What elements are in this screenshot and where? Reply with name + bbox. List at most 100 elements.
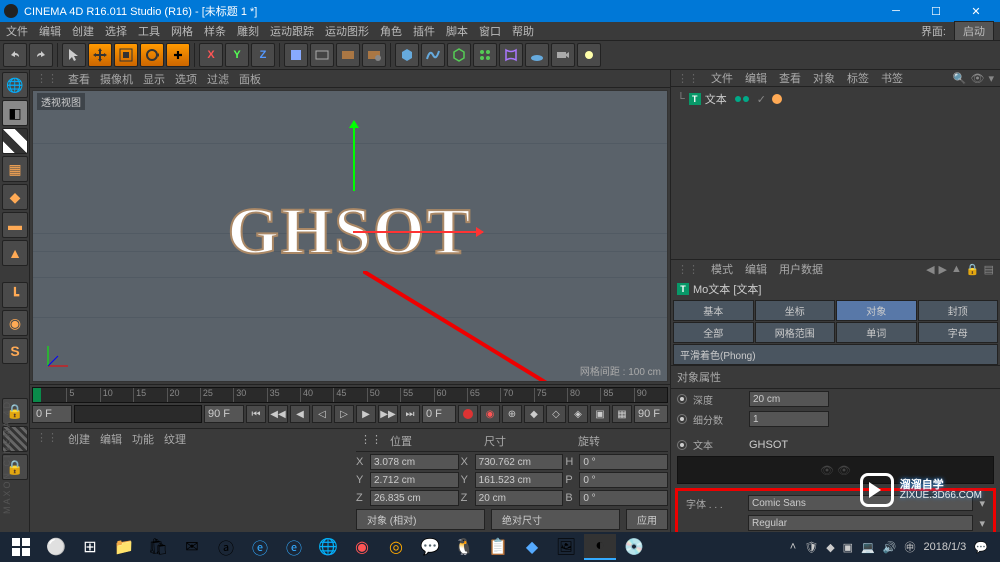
search-icon[interactable]: 🔍 — [953, 72, 967, 85]
cube-primitive-button[interactable] — [395, 43, 419, 67]
snap-button[interactable]: S — [2, 338, 28, 364]
nav-back-icon[interactable]: ◀ — [926, 263, 934, 276]
nurbs-button[interactable] — [447, 43, 471, 67]
next-frame-button[interactable]: ▶ — [356, 405, 376, 423]
close-button[interactable]: ✕ — [956, 0, 996, 22]
tray-net-icon[interactable]: 💻 — [861, 541, 875, 554]
layout-dropdown[interactable]: 启动 — [954, 21, 994, 41]
play-back-button[interactable]: ◁ — [312, 405, 332, 423]
light-button[interactable] — [577, 43, 601, 67]
view-menu-options[interactable]: 选项 — [175, 71, 197, 87]
render-settings-button[interactable] — [362, 43, 386, 67]
object-tree[interactable]: └ T 文本 ✓ — [671, 87, 1000, 259]
menu-sculpt[interactable]: 雕刻 — [237, 23, 259, 39]
coord-system-button[interactable] — [284, 43, 308, 67]
move-tool[interactable] — [88, 43, 112, 67]
y-axis-gizmo[interactable] — [353, 121, 355, 191]
polygon-mode-button[interactable]: ▲ — [2, 240, 28, 266]
om-edit[interactable]: 编辑 — [745, 70, 767, 86]
rot-b-field[interactable]: 0 ° — [579, 490, 668, 506]
play-button[interactable]: ▷ — [334, 405, 354, 423]
om-object[interactable]: 对象 — [813, 70, 835, 86]
pos-y-field[interactable]: 2.712 cm — [370, 472, 459, 488]
attr-userdata[interactable]: 用户数据 — [779, 261, 823, 277]
playhead[interactable] — [33, 388, 41, 402]
select-tool[interactable] — [62, 43, 86, 67]
undo-button[interactable] — [3, 43, 27, 67]
axis-mode-button[interactable]: ┗ — [2, 282, 28, 308]
qq-icon[interactable]: 🐧 — [448, 534, 480, 560]
minimize-button[interactable]: ─ — [876, 0, 916, 22]
view-menu-panel[interactable]: 面板 — [239, 71, 261, 87]
maximize-button[interactable]: ☐ — [916, 0, 956, 22]
menu-create[interactable]: 创建 — [72, 23, 94, 39]
menu-icon[interactable]: ▤ — [984, 263, 994, 276]
mat-create[interactable]: 创建 — [68, 431, 90, 447]
attr-mode[interactable]: 模式 — [711, 261, 733, 277]
style-dropdown-icon[interactable]: ▾ — [979, 517, 985, 530]
mail-icon[interactable]: ✉ — [176, 534, 208, 560]
coord-mode-button[interactable]: 对象 (相对) — [356, 509, 485, 530]
loop-start-field[interactable]: 0 F — [422, 405, 456, 423]
viewport-solo-button[interactable]: ◉ — [2, 310, 28, 336]
menu-mograph[interactable]: 运动图形 — [325, 23, 369, 39]
menu-tools[interactable]: 工具 — [138, 23, 160, 39]
start-button[interactable] — [4, 534, 38, 560]
view-menu-display[interactable]: 显示 — [143, 71, 165, 87]
key-scale-button[interactable]: ◇ — [546, 405, 566, 423]
app2-icon[interactable]: ◉ — [346, 534, 378, 560]
phong-tag-icon[interactable] — [772, 94, 782, 104]
record-button[interactable] — [458, 405, 478, 423]
view-menu-filter[interactable]: 过滤 — [207, 71, 229, 87]
next-key-button[interactable]: ▶▶ — [378, 405, 398, 423]
nav-up-icon[interactable]: ▲ — [951, 263, 962, 276]
mat-edit[interactable]: 编辑 — [100, 431, 122, 447]
tab-object[interactable]: 对象 — [836, 300, 917, 321]
axis-z-button[interactable]: Z — [251, 43, 275, 67]
menu-window[interactable]: 窗口 — [479, 23, 501, 39]
om-view[interactable]: 查看 — [779, 70, 801, 86]
om-tags[interactable]: 标签 — [847, 70, 869, 86]
menu-select[interactable]: 选择 — [105, 23, 127, 39]
tray-vol-icon[interactable]: 🔊 — [883, 541, 897, 554]
menu-help[interactable]: 帮助 — [512, 23, 534, 39]
lock-attr-icon[interactable]: 🔒 — [966, 263, 980, 276]
deformer-button[interactable] — [499, 43, 523, 67]
range-slider[interactable] — [74, 405, 202, 423]
tray-ime-icon[interactable]: ㊥ — [904, 539, 915, 555]
tab-range[interactable]: 网格范围 — [755, 322, 836, 343]
point-mode-button[interactable]: ◆ — [2, 184, 28, 210]
array-button[interactable] — [473, 43, 497, 67]
prev-key-button[interactable]: ◀◀ — [268, 405, 288, 423]
prev-frame-button[interactable]: ◀ — [290, 405, 310, 423]
app3-icon[interactable]: ◎ — [380, 534, 412, 560]
key-pla-button[interactable]: ▦ — [612, 405, 632, 423]
size-mode-button[interactable]: 绝对尺寸 — [491, 509, 620, 530]
font-label[interactable]: 字体 . . . — [686, 496, 742, 511]
menu-file[interactable]: 文件 — [6, 23, 28, 39]
om-bookmarks[interactable]: 书签 — [881, 70, 903, 86]
tree-item-text[interactable]: └ T 文本 ✓ — [677, 91, 994, 107]
view-menu-camera[interactable]: 摄像机 — [100, 71, 133, 87]
ie-icon[interactable]: ⓔ — [278, 534, 310, 560]
font-dropdown-icon[interactable]: ▾ — [979, 497, 985, 510]
axis-x-button[interactable]: X — [199, 43, 223, 67]
app5-icon[interactable]: ◆ — [516, 534, 548, 560]
tab-caps[interactable]: 封顶 — [918, 300, 999, 321]
goto-start-button[interactable]: ⏮ — [246, 405, 266, 423]
key-pos-button[interactable]: ◆ — [524, 405, 544, 423]
app4-icon[interactable]: 📋 — [482, 534, 514, 560]
app1-icon[interactable]: ⓐ — [210, 534, 242, 560]
recent-tool[interactable]: ✚ — [166, 43, 190, 67]
menu-spline[interactable]: 样条 — [204, 23, 226, 39]
filter-icon[interactable]: ▾ — [988, 72, 994, 85]
pos-x-field[interactable]: 3.078 cm — [370, 454, 459, 470]
redo-button[interactable] — [29, 43, 53, 67]
menu-tracking[interactable]: 运动跟踪 — [270, 23, 314, 39]
environment-button[interactable] — [525, 43, 549, 67]
make-editable-button[interactable]: 🌐 — [2, 72, 28, 98]
goto-end-button[interactable]: ⏭ — [400, 405, 420, 423]
size-x-field[interactable]: 730.762 cm — [475, 454, 564, 470]
pos-z-field[interactable]: 26.835 cm — [370, 490, 459, 506]
end-frame-field[interactable]: 90 F — [204, 405, 244, 423]
